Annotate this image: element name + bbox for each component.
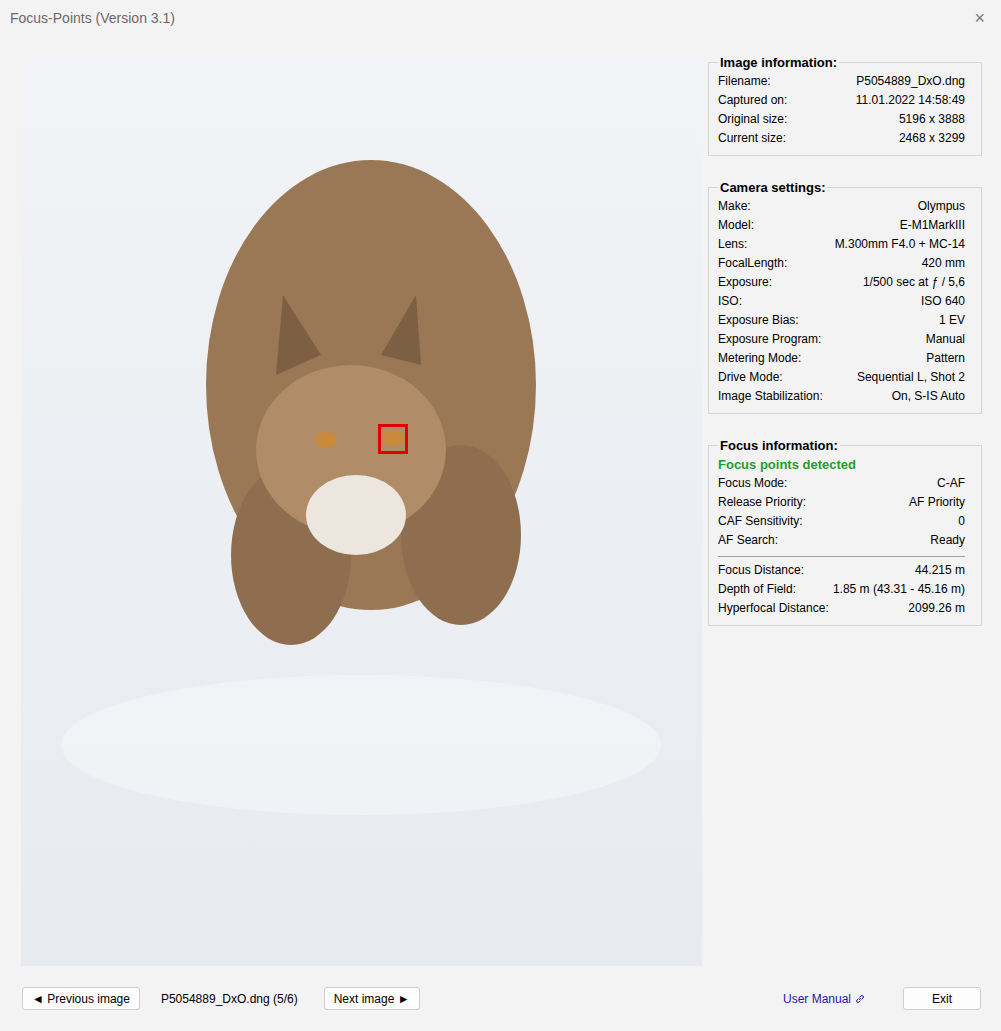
info-row: Captured on: 11.01.2022 14:58:49	[718, 91, 965, 110]
info-row: Metering Mode: Pattern	[718, 349, 965, 368]
info-row: ISO: ISO 640	[718, 292, 965, 311]
info-label: AF Search:	[718, 531, 778, 550]
info-value: C-AF	[937, 474, 965, 493]
info-row: Exposure Program: Manual	[718, 330, 965, 349]
info-value: 2468 x 3299	[899, 129, 965, 148]
info-label: Depth of Field:	[718, 580, 796, 599]
group-title: Camera settings:	[718, 180, 827, 195]
info-value: 1.85 m (43.31 - 45.16 m)	[833, 580, 965, 599]
info-value: Manual	[926, 330, 965, 349]
info-row: Drive Mode: Sequential L, Shot 2	[718, 368, 965, 387]
user-manual-text: User Manual	[783, 992, 851, 1006]
info-value: 1 EV	[939, 311, 965, 330]
info-value: Pattern	[926, 349, 965, 368]
info-value: 44.215 m	[915, 561, 965, 580]
exit-button[interactable]: Exit	[903, 987, 981, 1010]
info-value: Olympus	[918, 197, 965, 216]
info-row: Image Stabilization: On, S-IS Auto	[718, 387, 965, 406]
info-group: Camera settings: Make: Olympus Model: E-M1Ma…	[708, 180, 982, 414]
info-value: 0	[958, 512, 965, 531]
info-label: Focus Distance:	[718, 561, 804, 580]
file-counter: P5054889_DxO.dng (5/6)	[161, 992, 298, 1006]
info-row: Lens: M.300mm F4.0 + MC-14	[718, 235, 965, 254]
close-button[interactable]: ×	[970, 8, 989, 29]
info-label: ISO:	[718, 292, 742, 311]
info-value: 5196 x 3888	[899, 110, 965, 129]
info-row: Make: Olympus	[718, 197, 965, 216]
group-title: Focus information:	[718, 438, 840, 453]
info-value: Ready	[930, 531, 965, 550]
info-value: P5054889_DxO.dng	[856, 72, 965, 91]
lynx-photo-icon	[21, 55, 702, 966]
info-row: CAF Sensitivity: 0	[718, 512, 965, 531]
info-row: Current size: 2468 x 3299	[718, 129, 965, 148]
info-label: FocalLength:	[718, 254, 787, 273]
info-row: Focus Mode: C-AF	[718, 474, 965, 493]
info-value: 420 mm	[922, 254, 965, 273]
info-label: Lens:	[718, 235, 747, 254]
info-group: Image information: Filename: P5054889_DxO.…	[708, 55, 982, 156]
info-label: Captured on:	[718, 91, 787, 110]
info-label: Exposure Program:	[718, 330, 821, 349]
info-row: Release Priority: AF Priority	[718, 493, 965, 512]
focus-status: Focus points detected	[718, 455, 965, 474]
info-row: Exposure: 1/500 sec at ƒ / 5,6	[718, 273, 965, 292]
focus-points-window: Focus-Points (Version 3.1)× Image informa…	[0, 0, 1001, 1031]
info-section: Filename: P5054889_DxO.dng Captured on: 11.…	[718, 72, 965, 148]
user-manual-link[interactable]: User Manual	[783, 992, 865, 1006]
info-value: M.300mm F4.0 + MC-14	[835, 235, 965, 254]
info-label: Original size:	[718, 110, 787, 129]
next-image-button[interactable]: Next image ►	[324, 987, 420, 1010]
info-value: AF Priority	[909, 493, 965, 512]
info-label: Exposure:	[718, 273, 772, 292]
info-row: Model: E-M1MarkIII	[718, 216, 965, 235]
info-row: Hyperfocal Distance: 2099.26 m	[718, 599, 965, 618]
info-label: Metering Mode:	[718, 349, 801, 368]
info-label: Current size:	[718, 129, 786, 148]
info-sidebar: Image information: Filename: P5054889_DxO.…	[708, 55, 982, 966]
focus-point-box	[378, 424, 408, 454]
info-section: Focus Distance: 44.215 m Depth of Field: 1.…	[718, 556, 965, 618]
info-value: 2099.26 m	[908, 599, 965, 618]
main-area: Image information: Filename: P5054889_DxO.…	[0, 36, 1001, 966]
info-value: E-M1MarkIII	[900, 216, 965, 235]
info-label: Focus Mode:	[718, 474, 787, 493]
title-bar: Focus-Points (Version 3.1)×	[0, 0, 1001, 36]
photo	[21, 55, 702, 966]
window-title: Focus-Points (Version 3.1)	[10, 10, 970, 26]
info-label: CAF Sensitivity:	[718, 512, 803, 531]
info-group: Focus information:Focus points detectedF…	[708, 438, 982, 626]
info-value: 11.01.2022 14:58:49	[856, 91, 965, 110]
bottom-bar: ◄ Previous image P5054889_DxO.dng (5/6) Ne…	[0, 987, 1001, 1010]
info-value: On, S-IS Auto	[892, 387, 965, 406]
info-row: Filename: P5054889_DxO.dng	[718, 72, 965, 91]
info-label: Make:	[718, 197, 751, 216]
info-label: Hyperfocal Distance:	[718, 599, 829, 618]
info-label: Image Stabilization:	[718, 387, 823, 406]
info-label: Release Priority:	[718, 493, 806, 512]
info-value: ISO 640	[921, 292, 965, 311]
info-value: 1/500 sec at ƒ / 5,6	[863, 273, 965, 292]
info-row: Focus Distance: 44.215 m	[718, 561, 965, 580]
info-row: Exposure Bias: 1 EV	[718, 311, 965, 330]
info-label: Drive Mode:	[718, 368, 783, 387]
info-value: Sequential L, Shot 2	[857, 368, 965, 387]
info-label: Exposure Bias:	[718, 311, 799, 330]
info-row: AF Search: Ready	[718, 531, 965, 550]
info-row: FocalLength: 420 mm	[718, 254, 965, 273]
previous-image-button[interactable]: ◄ Previous image	[22, 987, 140, 1010]
info-row: Original size: 5196 x 3888	[718, 110, 965, 129]
info-row: Depth of Field: 1.85 m (43.31 - 45.16 m)	[718, 580, 965, 599]
group-title: Image information:	[718, 55, 839, 70]
info-section: Focus Mode: C-AF Release Priority: AF Prior…	[718, 474, 965, 550]
link-icon	[855, 994, 865, 1004]
info-label: Filename:	[718, 72, 771, 91]
info-label: Model:	[718, 216, 754, 235]
info-section: Make: Olympus Model: E-M1MarkIII Lens: M.300m…	[718, 197, 965, 406]
